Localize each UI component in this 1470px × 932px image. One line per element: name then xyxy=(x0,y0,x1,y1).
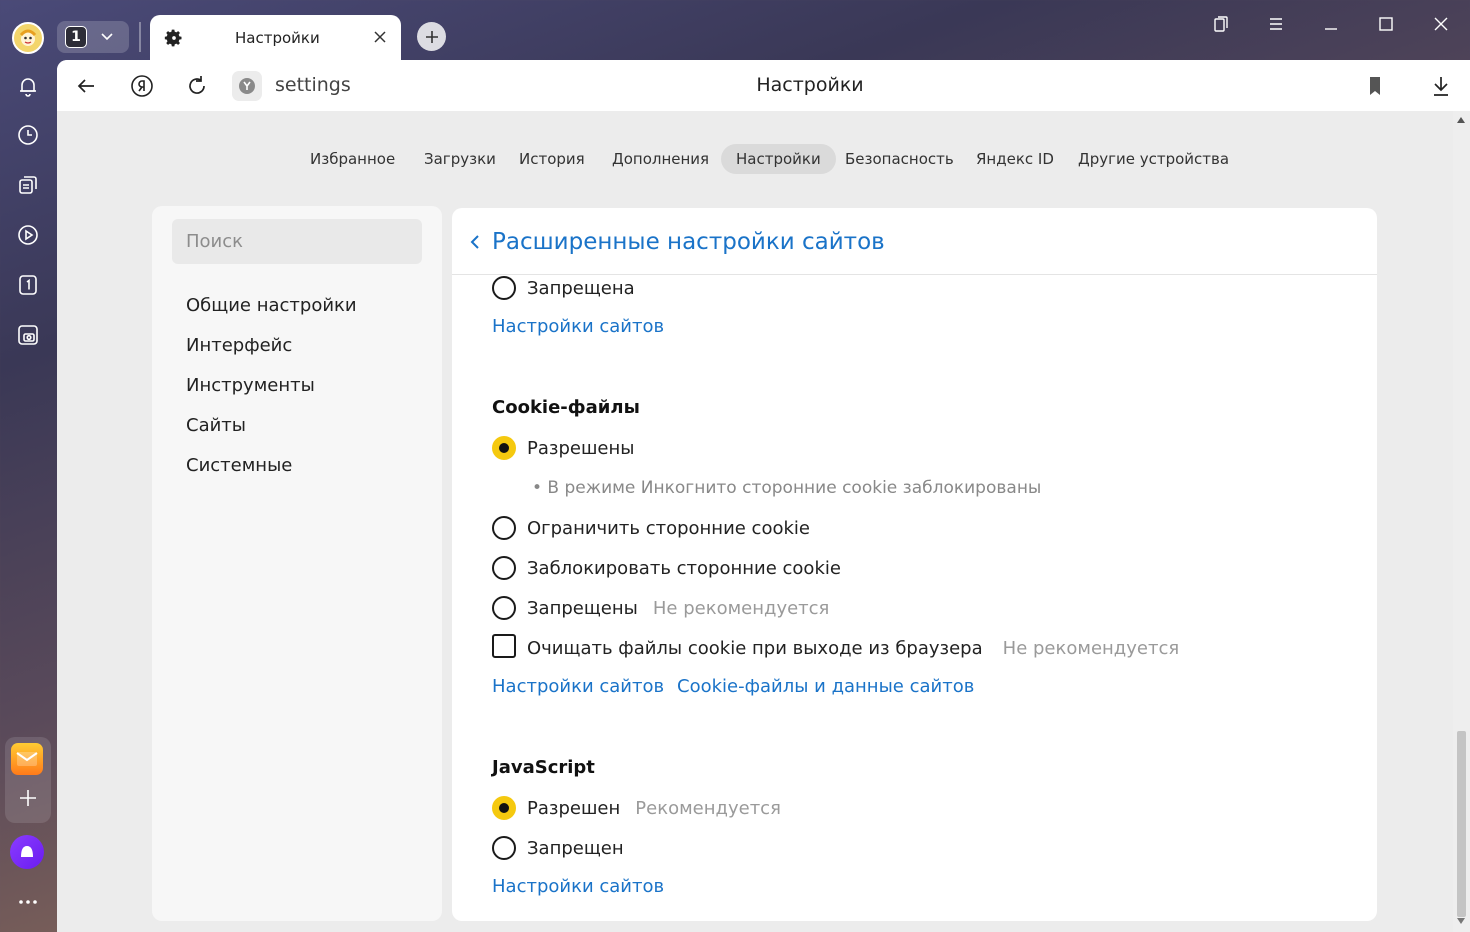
tab-favorites[interactable]: Избранное xyxy=(295,144,410,174)
option-label: Очищать файлы cookie при выходе из брауз… xyxy=(527,637,983,659)
incognito-note: • В режиме Инкогнито сторонние cookie за… xyxy=(532,478,1042,498)
more-icon[interactable] xyxy=(12,886,44,918)
bookmark-icon[interactable] xyxy=(1361,72,1389,100)
minimize-icon[interactable] xyxy=(1317,10,1345,38)
radio-button-selected[interactable] xyxy=(492,436,516,460)
panel-header: Расширенные настройки сайтов xyxy=(452,208,1377,275)
profile-avatar[interactable] xyxy=(12,22,44,54)
settings-sidebar: Общие настройки Интерфейс Инструменты Са… xyxy=(152,206,442,921)
gear-icon xyxy=(164,28,184,48)
panel-title: Расширенные настройки сайтов xyxy=(492,229,885,255)
browser-window: settings Настройки Избранное Загрузки Ис… xyxy=(57,60,1470,932)
radio-option-forbidden-prev[interactable]: Запрещена xyxy=(492,275,635,301)
cookies-section-title: Cookie-файлы xyxy=(492,397,640,418)
new-tab-button[interactable] xyxy=(417,22,446,51)
option-label: Запрещены xyxy=(527,597,638,619)
tab-extensions[interactable]: Дополнения xyxy=(597,144,724,174)
tab-other-devices[interactable]: Другие устройства xyxy=(1063,144,1244,174)
tab-settings[interactable]: Настройки xyxy=(150,15,401,61)
radio-button[interactable] xyxy=(492,516,516,540)
tab-counter-rail-icon[interactable] xyxy=(12,269,44,301)
page-title: Настройки xyxy=(756,74,864,96)
video-icon[interactable] xyxy=(12,219,44,251)
history-icon[interactable] xyxy=(12,119,44,151)
not-recommended-note: Не рекомендуется xyxy=(652,597,830,619)
not-recommended-note: Не рекомендуется xyxy=(1002,637,1180,659)
cookies-block-option[interactable]: Заблокировать сторонние cookie xyxy=(492,555,841,581)
option-label: Ограничить сторонние cookie xyxy=(527,517,810,539)
js-forbidden-option[interactable]: Запрещен xyxy=(492,835,624,861)
scroll-thumb[interactable] xyxy=(1457,731,1466,917)
mail-icon[interactable] xyxy=(11,743,43,775)
option-label: Запрещен xyxy=(527,837,624,859)
scroll-up-icon[interactable] xyxy=(1457,117,1465,123)
sidebar-item-general[interactable]: Общие настройки xyxy=(186,295,357,316)
sidebar-item-interface[interactable]: Интерфейс xyxy=(186,335,292,356)
tab-downloads[interactable]: Загрузки xyxy=(409,144,511,174)
close-tab-icon[interactable] xyxy=(371,28,389,46)
sidebar-item-system[interactable]: Системные xyxy=(186,455,292,476)
clear-cookies-on-exit-option[interactable]: Очищать файлы cookie при выходе из брауз… xyxy=(492,633,1179,659)
option-label: Запрещена xyxy=(527,277,635,299)
tab-history[interactable]: История xyxy=(504,144,600,174)
js-allowed-option[interactable]: Разрешен Рекомендуется xyxy=(492,795,781,821)
bookmarks-panel-icon[interactable] xyxy=(1207,10,1235,38)
alice-assistant-icon[interactable] xyxy=(10,835,44,869)
radio-button[interactable] xyxy=(492,596,516,620)
screenshot-icon[interactable] xyxy=(12,319,44,351)
chevron-left-icon[interactable] xyxy=(468,232,482,252)
tab-counter-button[interactable]: 1 xyxy=(57,21,129,53)
settings-panel: Расширенные настройки сайтов Запрещена Н… xyxy=(452,208,1377,921)
add-app-icon[interactable] xyxy=(12,782,44,814)
sidebar-item-sites[interactable]: Сайты xyxy=(186,415,246,436)
tab-title: Настройки xyxy=(235,29,320,47)
maximize-icon[interactable] xyxy=(1372,10,1400,38)
chevron-down-icon xyxy=(101,30,113,44)
site-settings-link[interactable]: Настройки сайтов xyxy=(492,316,664,337)
recommended-note: Рекомендуется xyxy=(635,797,781,819)
site-settings-link[interactable]: Настройки сайтов xyxy=(492,676,664,697)
sidebar-rail xyxy=(0,0,57,932)
sidebar-item-tools[interactable]: Инструменты xyxy=(186,375,315,396)
radio-button[interactable] xyxy=(492,836,516,860)
scroll-down-icon[interactable] xyxy=(1457,918,1465,924)
radio-button-selected[interactable] xyxy=(492,796,516,820)
tab-yandex-id[interactable]: Яндекс ID xyxy=(961,144,1069,174)
tab-settings-nav[interactable]: Настройки xyxy=(721,144,836,174)
cookies-limit-option[interactable]: Ограничить сторонние cookie xyxy=(492,515,810,541)
page-scrollbar[interactable] xyxy=(1453,111,1470,932)
option-label: Разрешены xyxy=(527,437,635,459)
settings-nav: Избранное Загрузки История Дополнения На… xyxy=(57,144,1470,174)
tab-security[interactable]: Безопасность xyxy=(830,144,969,174)
search-input[interactable] xyxy=(172,219,422,264)
option-label: Заблокировать сторонние cookie xyxy=(527,557,841,579)
cookies-allowed-option[interactable]: Разрешены xyxy=(492,435,634,461)
settings-page: Избранное Загрузки История Дополнения На… xyxy=(57,111,1470,932)
close-window-icon[interactable] xyxy=(1427,10,1455,38)
radio-button[interactable] xyxy=(492,276,516,300)
option-label: Разрешен xyxy=(527,797,621,819)
menu-icon[interactable] xyxy=(1262,10,1290,38)
toolbar: settings Настройки xyxy=(57,60,1470,111)
download-icon[interactable] xyxy=(1427,72,1455,100)
checkbox[interactable] xyxy=(492,634,516,658)
tab-separator xyxy=(139,22,141,52)
site-settings-link[interactable]: Настройки сайтов xyxy=(492,876,664,897)
tab-count: 1 xyxy=(65,26,87,48)
cookie-data-link[interactable]: Cookie-файлы и данные сайтов xyxy=(677,676,974,697)
cookies-forbidden-option[interactable]: Запрещены Не рекомендуется xyxy=(492,595,829,621)
collections-icon[interactable] xyxy=(12,169,44,201)
javascript-section-title: JavaScript xyxy=(492,757,595,778)
notifications-icon[interactable] xyxy=(12,70,44,102)
radio-button[interactable] xyxy=(492,556,516,580)
